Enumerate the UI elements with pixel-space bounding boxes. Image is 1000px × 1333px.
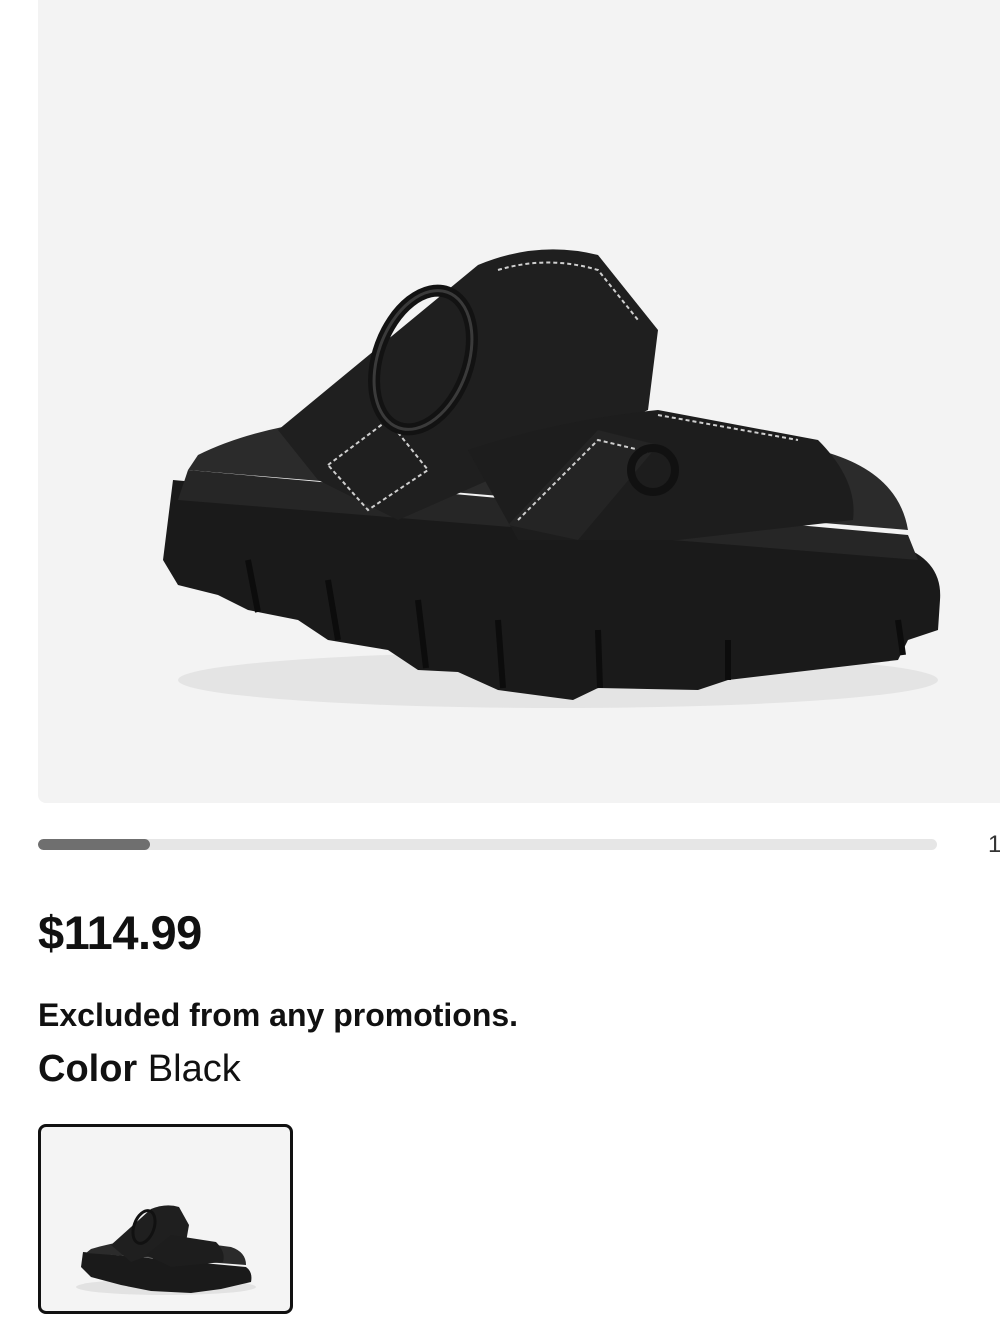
color-swatch-black[interactable] <box>38 1124 293 1314</box>
swatch-thumbnail-image <box>76 1205 256 1295</box>
gallery-progress-bar[interactable] <box>38 839 937 850</box>
selected-color: Color Black <box>38 1048 241 1091</box>
product-image <box>163 249 941 708</box>
promotion-note: Excluded from any promotions. <box>38 997 519 1033</box>
product-image-gallery[interactable] <box>38 0 1000 803</box>
product-price: $114.99 <box>38 906 202 959</box>
gallery-counter: 1 <box>988 831 1000 858</box>
color-value: Black <box>147 1048 241 1090</box>
color-label: Color <box>38 1048 138 1090</box>
gallery-progress-fill <box>38 839 151 850</box>
